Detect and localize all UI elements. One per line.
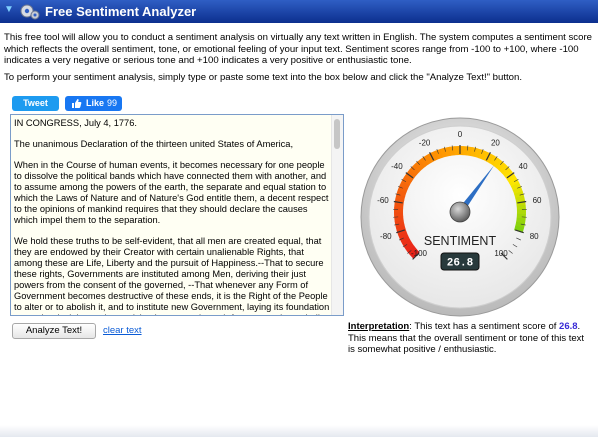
gauge-tick-label: 40 — [519, 162, 528, 171]
tweet-button[interactable]: Tweet — [12, 96, 59, 111]
gauge-hub — [449, 201, 471, 223]
footer-strip — [0, 425, 598, 437]
like-button[interactable]: Like 99 — [65, 96, 122, 111]
collapse-chevron-icon[interactable]: ▼ — [4, 4, 14, 15]
text-input-area[interactable]: IN CONGRESS, July 4, 1776. The unanimous … — [10, 114, 344, 316]
tweet-label: Tweet — [23, 98, 48, 108]
gauge-tick-label: 80 — [530, 232, 539, 241]
gauge-title: SENTIMENT — [424, 234, 497, 248]
gauge-readout-value: 26.8 — [447, 258, 474, 270]
clear-text-link[interactable]: clear text — [103, 325, 142, 336]
gauge-tick-label: 100 — [494, 249, 508, 258]
interpretation-panel: Interpretation: This text has a sentimen… — [348, 321, 588, 356]
gauge-tick-label: 0 — [458, 130, 463, 139]
analyze-text-button[interactable]: Analyze Text! — [12, 323, 96, 339]
like-label: Like — [86, 98, 105, 108]
gauge-arc-segment — [394, 211, 404, 218]
intro-description: This free tool will allow you to conduct… — [4, 32, 592, 67]
gauge-tick-label: -60 — [377, 196, 389, 205]
page-title: Free Sentiment Analyzer — [45, 4, 197, 19]
scrollbar-thumb[interactable] — [334, 119, 340, 149]
thumbs-up-icon — [71, 96, 82, 114]
like-count: 99 — [107, 98, 118, 108]
text-input-paragraph: When in the Course of human events, it b… — [14, 160, 329, 225]
text-input-paragraph: The unanimous Declaration of the thirtee… — [14, 139, 294, 149]
text-input-paragraph: We hold these truths to be self-evident,… — [14, 236, 330, 315]
intro-instructions: To perform your sentiment analysis, simp… — [4, 72, 523, 83]
gauge-tick-label: -100 — [411, 249, 428, 258]
gauge-tick-label: 60 — [533, 196, 542, 205]
gauge-tick-label: 20 — [491, 139, 500, 148]
gauge-tick-label: -40 — [391, 162, 403, 171]
interpretation-label: Interpretation — [348, 321, 410, 332]
text-input-content[interactable]: IN CONGRESS, July 4, 1776. The unanimous … — [14, 118, 330, 315]
text-scrollbar[interactable] — [331, 115, 343, 315]
interpretation-score: 26.8 — [559, 321, 578, 332]
gauge-tick-label: -80 — [380, 232, 392, 241]
gauge-arc-segment — [453, 146, 460, 156]
sentiment-gauge: -100 -80 -60 -40 -20 0 20 40 60 80 100 SENTIMENT 2… — [360, 117, 560, 317]
gears-icon — [20, 4, 40, 20]
interpretation-text-before: : This text has a sentiment score of — [409, 321, 560, 332]
title-bar: ▼ Free Sentiment Analyzer — [0, 0, 598, 23]
gauge-tick-label: -20 — [419, 139, 431, 148]
text-input-paragraph: IN CONGRESS, July 4, 1776. — [14, 118, 137, 128]
